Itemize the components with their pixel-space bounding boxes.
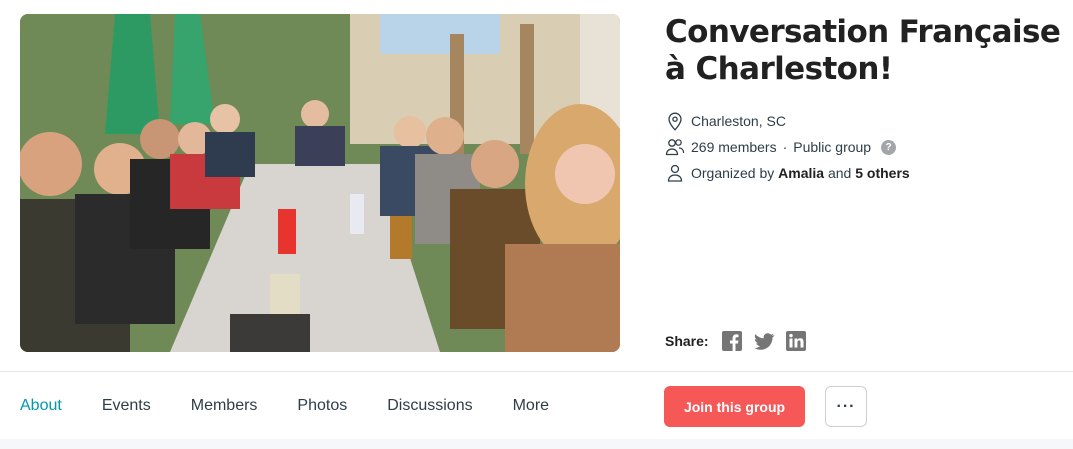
group-meta: Charleston, SC 269 members · Public grou… <box>665 108 1065 186</box>
facebook-icon[interactable] <box>721 330 743 352</box>
location-row: Charleston, SC <box>665 108 1065 134</box>
location-pin-icon <box>665 111 685 131</box>
organizer-icon <box>665 163 685 183</box>
group-photo <box>20 14 620 352</box>
tab-about[interactable]: About <box>20 372 62 440</box>
group-nav: About Events Members Photos Discussions … <box>0 371 1073 439</box>
tab-list: About Events Members Photos Discussions … <box>0 372 549 440</box>
share-row: Share: <box>665 330 817 352</box>
tab-events[interactable]: Events <box>102 372 151 440</box>
join-group-button[interactable]: Join this group <box>664 386 805 427</box>
group-info: Conversation Française à Charleston! Cha… <box>665 14 1065 186</box>
location-text[interactable]: Charleston, SC <box>691 113 786 129</box>
tab-more[interactable]: More <box>513 372 549 440</box>
organized-prefix: Organized by <box>691 165 775 181</box>
tab-discussions[interactable]: Discussions <box>387 372 472 440</box>
other-organizers[interactable]: 5 others <box>855 165 909 181</box>
twitter-icon[interactable] <box>753 330 775 352</box>
tab-photos[interactable]: Photos <box>297 372 347 440</box>
meta-separator: · <box>782 139 788 155</box>
organizer-name[interactable]: Amalia <box>778 165 824 181</box>
linkedin-icon[interactable] <box>785 330 807 352</box>
organizer-row: Organized by Amalia and 5 others <box>665 160 1065 186</box>
tab-members[interactable]: Members <box>191 372 258 440</box>
members-icon <box>665 137 685 157</box>
help-icon[interactable]: ? <box>881 139 897 155</box>
group-title: Conversation Française à Charleston! <box>665 14 1061 87</box>
members-count[interactable]: 269 members <box>691 139 777 155</box>
group-visibility: Public group <box>793 139 872 155</box>
share-label: Share: <box>665 333 709 349</box>
more-options-button[interactable]: ··· <box>825 386 867 427</box>
organized-and: and <box>827 165 852 181</box>
content-background <box>0 439 1073 449</box>
members-row: 269 members · Public group ? <box>665 134 1065 160</box>
